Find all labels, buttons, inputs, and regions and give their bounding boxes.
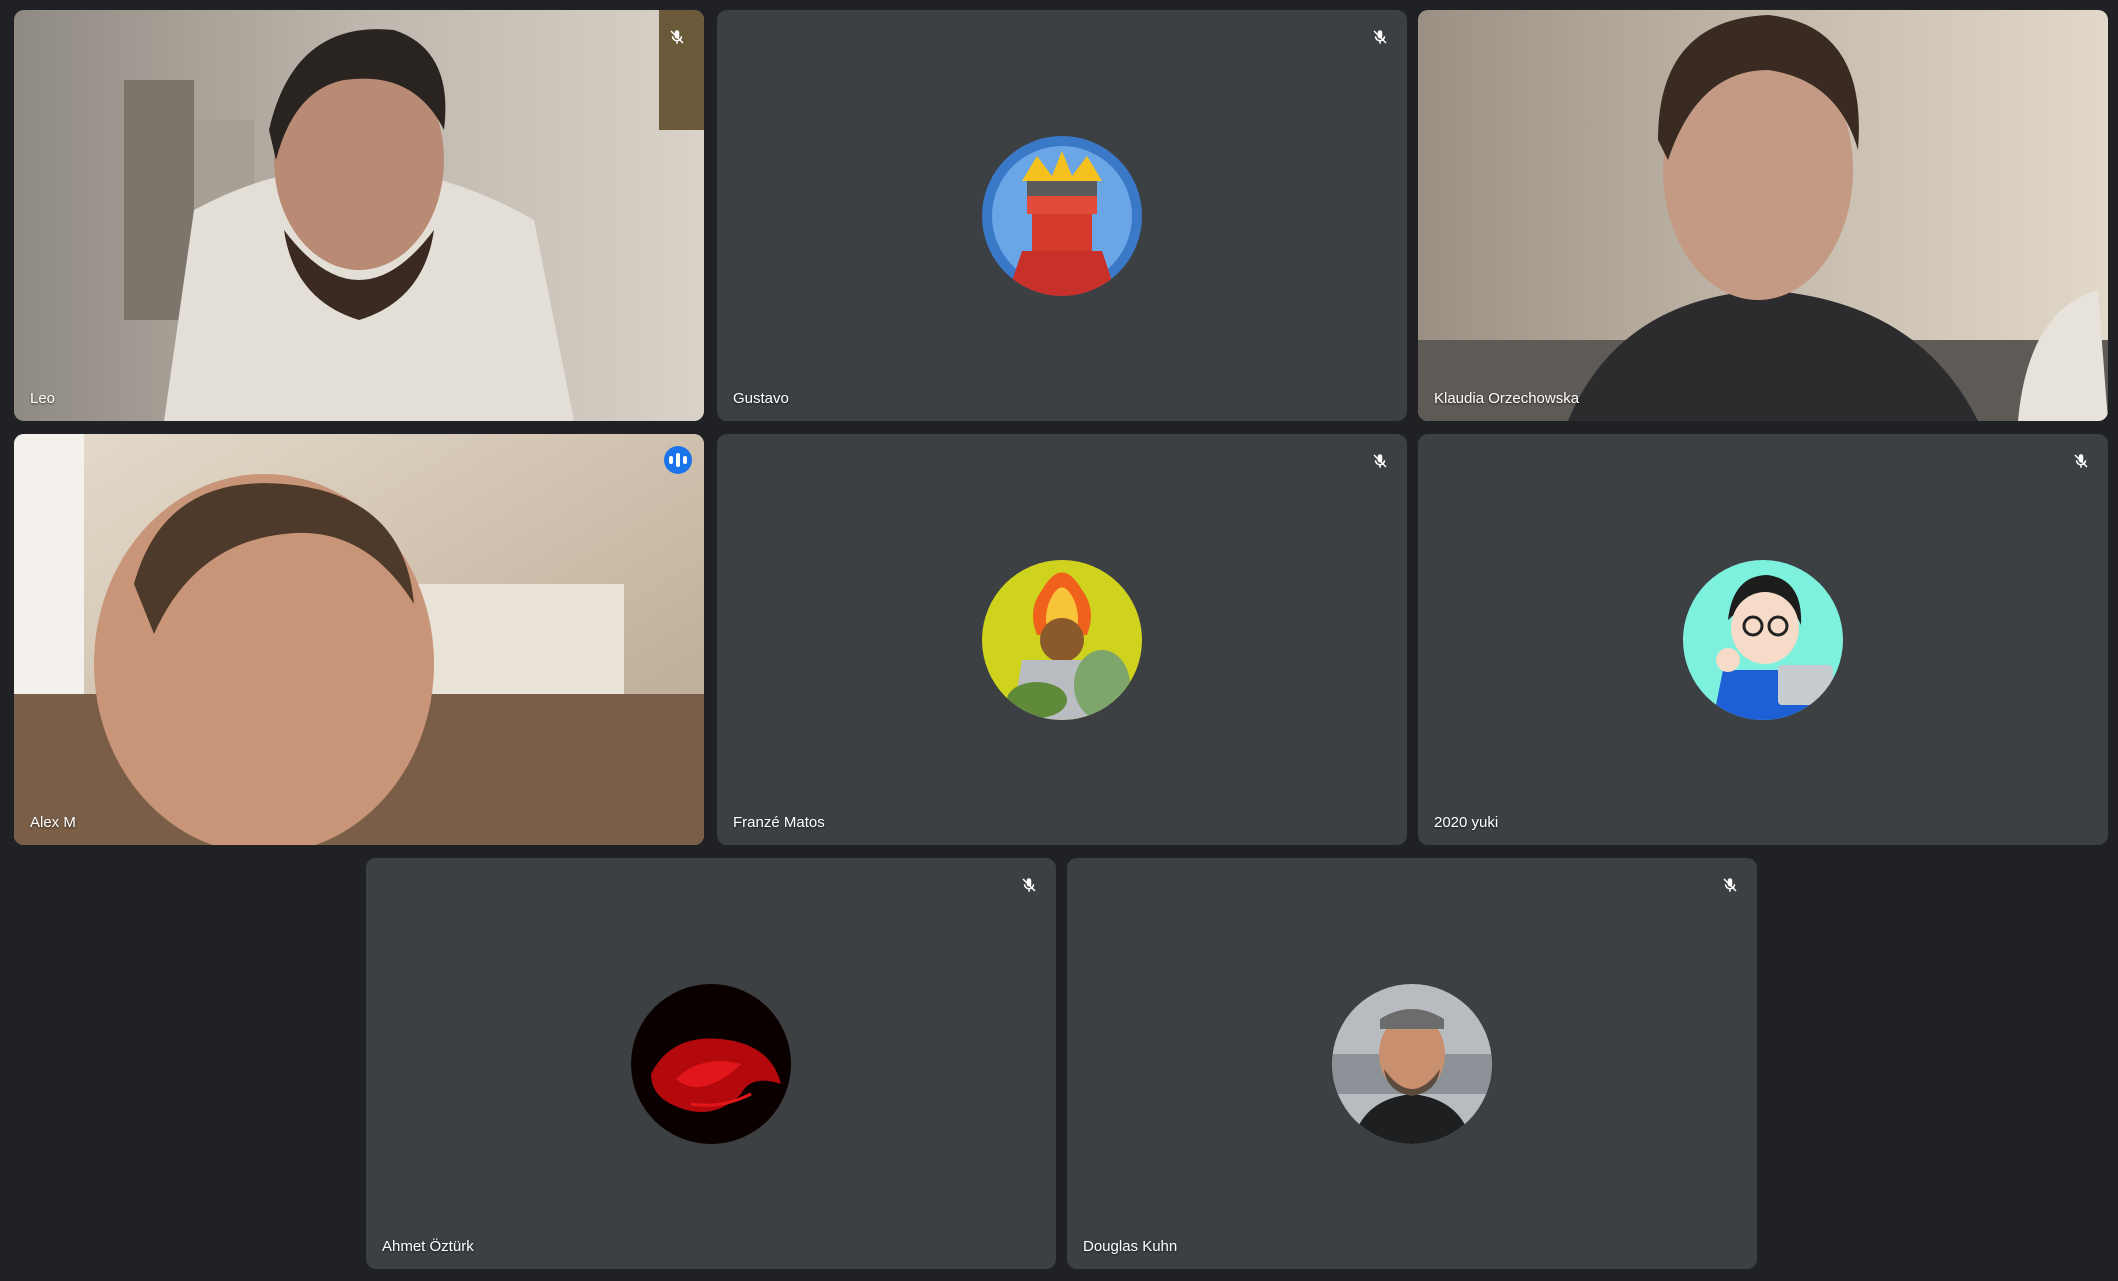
participant-tile-douglas-kuhn[interactable]: Douglas Kuhn — [1067, 858, 1757, 1269]
participant-name: Franzé Matos — [733, 814, 825, 831]
audio-level-icon — [664, 446, 692, 474]
mic-off-icon — [1717, 872, 1743, 898]
avatar — [631, 983, 791, 1144]
participant-video — [14, 434, 704, 845]
avatar — [982, 559, 1142, 720]
participant-tile-2020-yuki[interactable]: 2020 yuki — [1418, 434, 2108, 845]
participant-tile-ahmet-ozturk[interactable]: Ahmet Öztürk — [366, 858, 1056, 1269]
participant-name: Klaudia Orzechowska — [1434, 390, 1580, 407]
participant-name: Leo — [30, 390, 56, 407]
mic-off-icon — [664, 24, 690, 50]
participant-tile-klaudia-orzechowska[interactable]: Klaudia Orzechowska — [1418, 10, 2108, 421]
participant-tile-alex-m[interactable]: Alex M — [14, 434, 704, 845]
participant-name: Gustavo — [733, 390, 789, 407]
participant-video — [1418, 10, 2108, 421]
participant-name: Alex M — [30, 814, 76, 831]
avatar — [982, 135, 1142, 296]
mic-off-icon — [1016, 872, 1042, 898]
participant-video — [14, 10, 704, 421]
avatar — [1332, 983, 1492, 1144]
participant-tile-leo[interactable]: Leo — [14, 10, 704, 421]
participant-tile-gustavo[interactable]: Gustavo — [717, 10, 1407, 421]
participant-name: Ahmet Öztürk — [382, 1238, 474, 1255]
participant-tile-franze-matos[interactable]: Franzé Matos — [717, 434, 1407, 845]
avatar — [1683, 559, 1843, 720]
mic-off-icon — [2068, 448, 2094, 474]
mic-off-icon — [1367, 448, 1393, 474]
participant-name: 2020 yuki — [1434, 814, 1499, 831]
participant-name: Douglas Kuhn — [1083, 1238, 1178, 1255]
mic-off-icon — [1367, 24, 1393, 50]
